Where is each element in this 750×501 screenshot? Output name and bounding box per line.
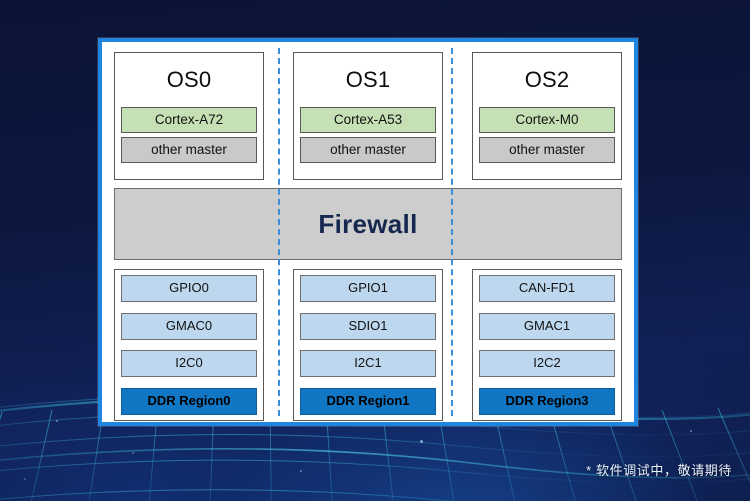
peripheral-block: GPIO1: [300, 275, 436, 302]
cpu-core-block: Cortex-A72: [121, 107, 257, 133]
firewall-label: Firewall: [318, 208, 418, 239]
decorative-particle: [24, 478, 26, 480]
ddr-region-block: DDR Region1: [300, 387, 436, 415]
os-domain-row: OS0 Cortex-A72 other master OS1 Cortex-A…: [114, 52, 622, 180]
column-separator-2: [451, 48, 453, 416]
os-title: OS0: [166, 67, 212, 92]
peripheral-group-1: GPIO1 SDIO1 I2C1 DDR Region1: [293, 269, 443, 421]
other-master-block: other master: [479, 137, 615, 163]
os-group-1: OS1 Cortex-A53 other master: [293, 52, 443, 180]
peripheral-block: GMAC1: [479, 312, 615, 340]
cpu-core-block: Cortex-M0: [479, 107, 615, 133]
firewall-band: Firewall: [114, 188, 622, 260]
os-title: OS2: [524, 67, 570, 92]
architecture-diagram-card: OS0 Cortex-A72 other master OS1 Cortex-A…: [98, 38, 638, 426]
ddr-region-block: DDR Region3: [479, 387, 615, 415]
peripheral-domain-row: GPIO0 GMAC0 I2C0 DDR Region0 GPIO1 SDIO1…: [114, 269, 622, 421]
os-group-0: OS0 Cortex-A72 other master: [114, 52, 264, 180]
peripheral-block: SDIO1: [300, 312, 436, 340]
decorative-particle: [420, 440, 423, 443]
peripheral-group-0: GPIO0 GMAC0 I2C0 DDR Region0: [114, 269, 264, 421]
decorative-particle: [300, 470, 302, 472]
decorative-particle: [690, 430, 692, 432]
peripheral-block: GPIO0: [121, 275, 257, 302]
peripheral-block: CAN-FD1: [479, 275, 615, 302]
peripheral-block: I2C1: [300, 350, 436, 378]
other-master-block: other master: [300, 137, 436, 163]
cpu-core-block: Cortex-A53: [300, 107, 436, 133]
peripheral-group-2: CAN-FD1 GMAC1 I2C2 DDR Region3: [472, 269, 622, 421]
os-title: OS1: [345, 67, 391, 92]
peripheral-block: GMAC0: [121, 312, 257, 340]
peripheral-block: I2C2: [479, 350, 615, 378]
footnote-text: * 软件调试中，敬请期待: [586, 463, 732, 478]
ddr-region-block: DDR Region0: [121, 387, 257, 415]
peripheral-block: I2C0: [121, 350, 257, 378]
decorative-particle: [132, 452, 134, 454]
os-group-2: OS2 Cortex-M0 other master: [472, 52, 622, 180]
column-separator-1: [278, 48, 280, 416]
diagram-canvas: OS0 Cortex-A72 other master OS1 Cortex-A…: [102, 42, 634, 422]
decorative-particle: [56, 420, 58, 422]
other-master-block: other master: [121, 137, 257, 163]
